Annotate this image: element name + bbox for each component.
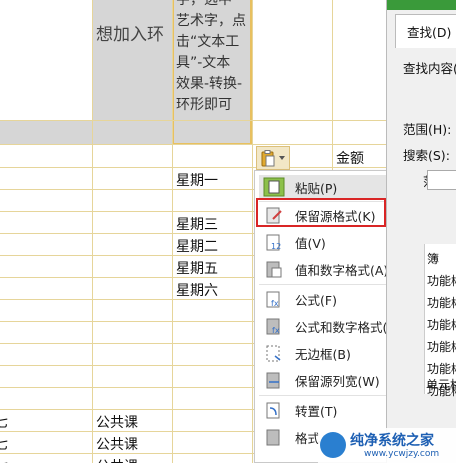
svg-text:fx: fx [271,299,279,308]
range-select[interactable] [427,170,456,190]
cell-weekday[interactable]: 星期五 [176,258,218,278]
values-number-format-icon [263,259,285,279]
watermark-logo-icon [320,432,346,458]
result-row[interactable]: 功能彬 [427,338,456,355]
note-line: 艺术字，点 [176,13,246,29]
menu-item-label: 转置(T) [295,403,338,419]
menu-item-label: 无边框(B) [295,346,351,362]
note-text: 字，选中 艺术字，点 击“文本工 具”-文本 效果-转换- 环形即可 [176,0,252,116]
watermark-url: www.ycwjzy.com [364,449,440,459]
note-line: 具”-文本 [176,55,231,71]
paste-icon [263,177,285,197]
paste-values-icon: 12 [263,232,285,252]
cell-fragment[interactable]: 七 [0,456,8,463]
note-line: 环形即可 [176,97,232,113]
cell-amount-header[interactable]: 金额 [336,148,364,168]
results-header: 簿 [427,252,440,266]
transpose-icon [263,400,285,420]
menu-item-label: 保留源列宽(W) [295,373,380,389]
result-row[interactable]: 功能彬 [427,272,456,289]
tab-find-label: 查找(D) [407,25,452,40]
highlight-annotation [256,198,386,227]
no-border-icon [263,343,285,363]
cell-course-type[interactable]: 公共课 [96,412,138,432]
cell-fragment[interactable]: 七 [0,412,8,432]
result-row[interactable]: 功能彬 [427,316,456,333]
keep-column-width-icon [263,370,285,390]
cell-weekday[interactable]: 星期六 [176,280,218,300]
watermark: 纯净系统之家 www.ycwjzy.com [318,428,456,463]
menu-item-label: 粘贴(P) [295,180,338,196]
results-list[interactable]: 簿 功能彬 功能彬 功能彬 功能彬 功能彬 功能彬 [424,244,456,398]
paste-options-button[interactable] [256,146,290,170]
cell-fragment[interactable]: 七 [0,434,8,454]
result-row[interactable]: 单元格 [426,376,456,393]
header-cell-b[interactable] [92,0,172,120]
watermark-title: 纯净系统之家 [350,433,434,449]
menu-item-label: 格式 [295,430,321,446]
formula-icon: fx [263,289,285,309]
svg-text:fx: fx [272,326,280,335]
note-line: 击“文本工 [176,34,240,50]
result-row[interactable]: 功能彬 [427,360,456,377]
menu-item-label: 值和数字格式(A) [295,262,389,278]
chevron-down-icon [279,156,285,160]
dialog-titlebar [387,0,456,10]
note-line: 效果-转换- [176,76,243,92]
find-what-label: 查找内容( [403,61,456,76]
search-label: 搜索(S): [403,148,450,163]
result-row[interactable]: 功能彬 [427,294,456,311]
clipboard-icon [261,150,275,167]
menu-item-label: 公式(F) [295,292,337,308]
cell-weekday[interactable]: 星期三 [176,214,218,234]
note-line: 字，选中 [176,0,232,8]
header-text-b: 想加入环 [96,25,164,45]
formula-number-format-icon: fx [263,316,285,336]
scope-label: 范围(H): [403,122,452,137]
format-icon [263,427,285,447]
cell-course-type[interactable]: 公共课 [96,456,138,463]
menu-item-label: 值(V) [295,235,326,251]
cell-weekday[interactable]: 星期一 [176,170,218,190]
svg-text:12: 12 [271,242,281,251]
cell-course-type[interactable]: 公共课 [96,434,138,454]
cell-weekday[interactable]: 星期二 [176,236,218,256]
